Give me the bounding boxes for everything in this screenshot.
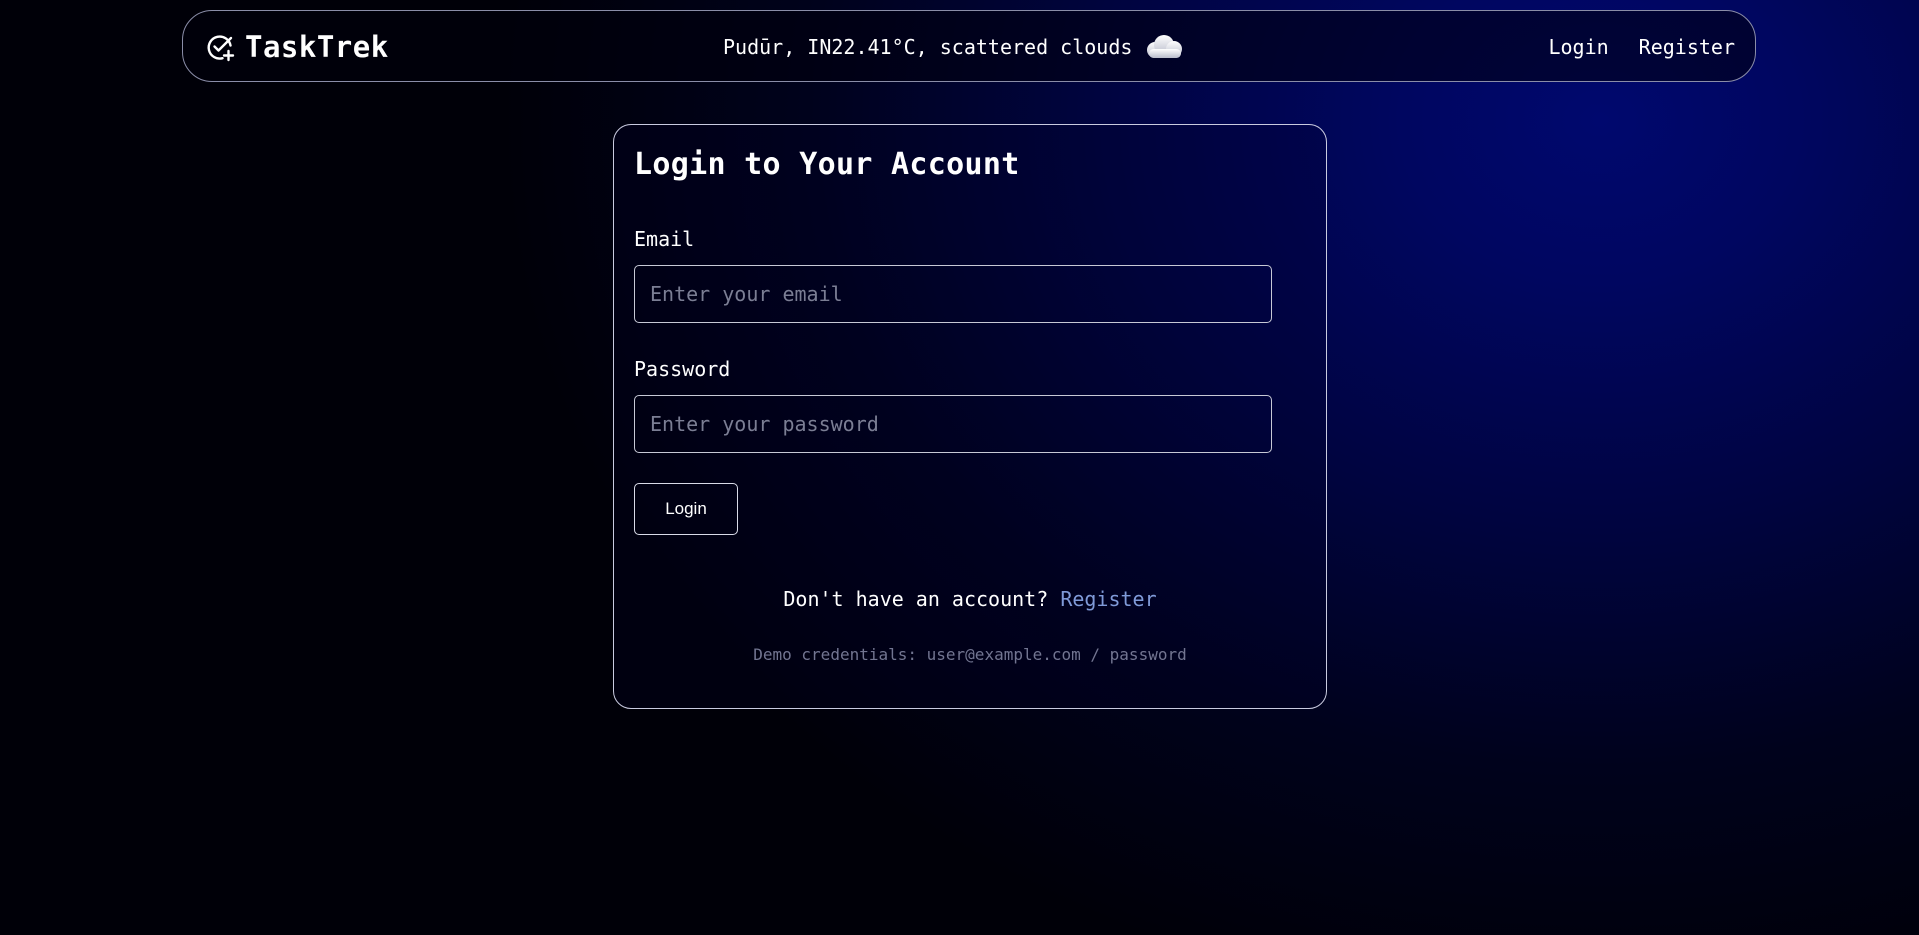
top-navbar: TaskTrek Pudūr, IN22.41°C, scattered clo… <box>182 10 1756 82</box>
register-prompt: Don't have an account? Register <box>614 587 1326 611</box>
nav-links: Login Register <box>1548 11 1735 83</box>
weather-widget: Pudūr, IN22.41°C, scattered clouds <box>723 11 1186 83</box>
password-input[interactable] <box>634 395 1272 453</box>
register-prompt-text: Don't have an account? <box>783 587 1049 611</box>
login-title: Login to Your Account <box>634 147 1020 182</box>
nav-register-link[interactable]: Register <box>1639 35 1735 59</box>
brand[interactable]: TaskTrek <box>205 11 389 83</box>
cloud-icon <box>1147 35 1183 58</box>
login-card: Login to Your Account Email Password Log… <box>613 124 1327 709</box>
demo-credentials-note: Demo credentials: user@example.com / pas… <box>753 645 1187 664</box>
check-circle-plus-icon <box>207 35 235 62</box>
weather-text: Pudūr, IN22.41°C, scattered clouds <box>723 35 1133 59</box>
email-label: Email <box>634 227 695 251</box>
brand-name: TaskTrek <box>245 30 389 64</box>
nav-login-link[interactable]: Login <box>1548 35 1608 59</box>
email-input[interactable] <box>634 265 1272 323</box>
register-link[interactable]: Register <box>1060 587 1156 611</box>
login-button[interactable]: Login <box>634 483 738 535</box>
password-label: Password <box>634 357 731 381</box>
